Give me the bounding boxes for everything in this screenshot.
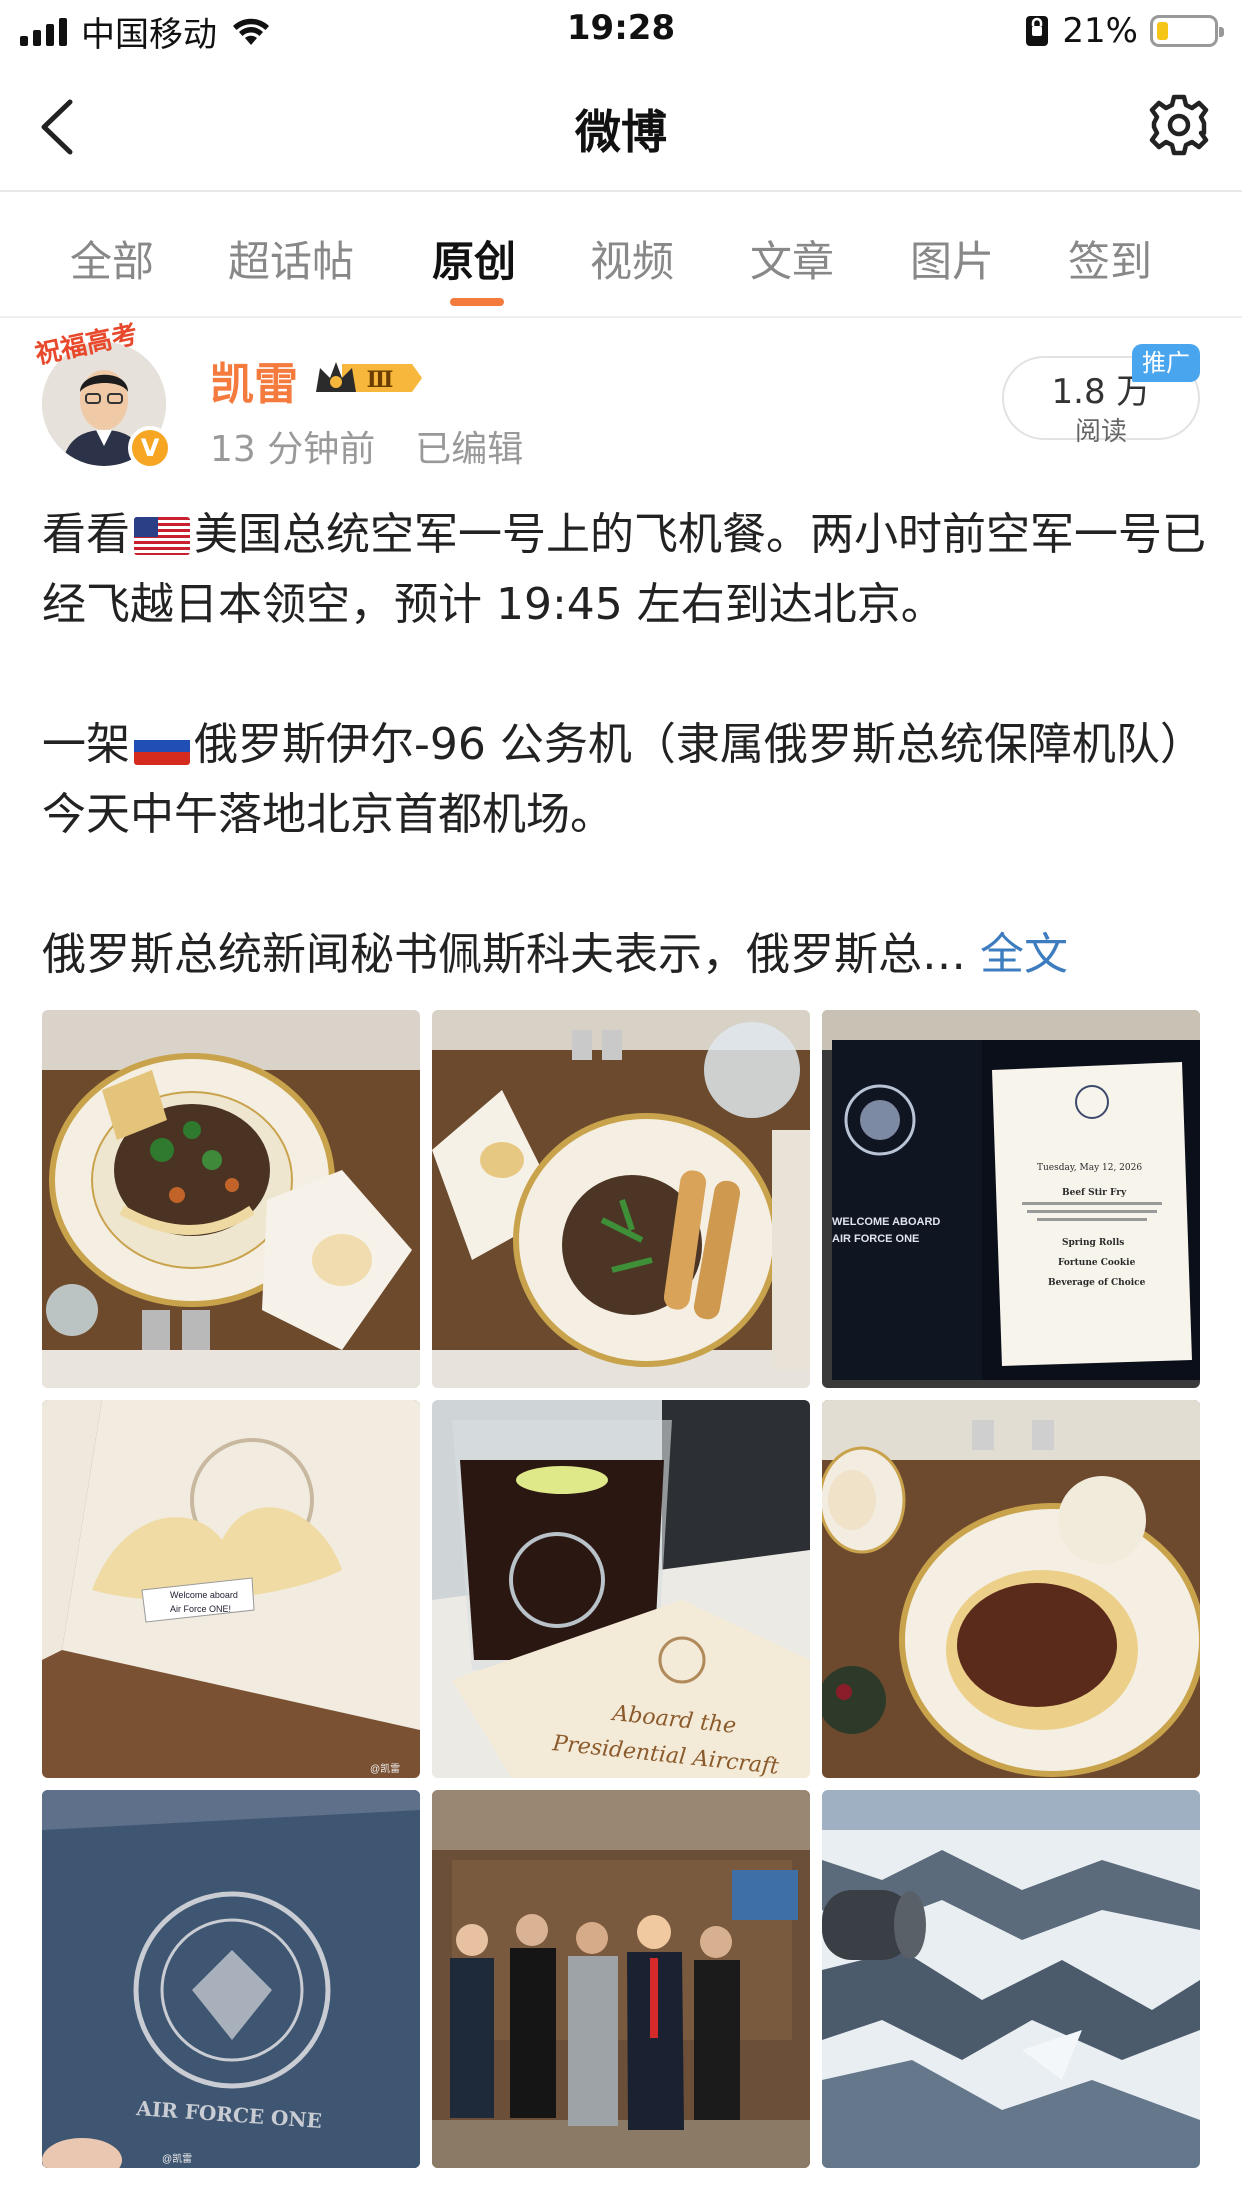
svg-text:Beef Stir Fry: Beef Stir Fry — [1062, 1188, 1127, 1198]
tab-original[interactable]: 原创 — [432, 228, 516, 289]
post-meta: 13 分钟前 已编辑 — [210, 420, 523, 472]
svg-text:Tuesday, May 12, 2026: Tuesday, May 12, 2026 — [1037, 1163, 1142, 1173]
post-paragraph: 俄罗斯总统新闻秘书佩斯科夫表示，俄罗斯总… 全文 — [42, 929, 1068, 980]
vip-crown-icon: Ⅲ — [316, 362, 422, 393]
verified-icon: V — [128, 426, 172, 470]
us-flag-icon — [134, 517, 190, 555]
svg-text:@凯雷: @凯雷 — [370, 1762, 400, 1775]
tab-video[interactable]: 视频 — [590, 228, 674, 289]
photo-aerial-view[interactable] — [822, 1790, 1200, 2168]
tab-super-topic[interactable]: 超话帖 — [228, 228, 354, 289]
tab-checkin[interactable]: 签到 — [1068, 228, 1152, 289]
photo-fortune-cookie[interactable]: Welcome aboard Air Force ONE! @凯雷 — [42, 1400, 420, 1778]
photo-seal-bag[interactable]: AIR FORCE ONE @凯雷 — [42, 1790, 420, 2168]
svg-text:WELCOME ABOARD: WELCOME ABOARD — [832, 1216, 940, 1228]
active-tab-indicator — [450, 298, 504, 306]
photo-meal-spaghetti[interactable] — [822, 1400, 1200, 1778]
read-label: 阅读 — [1074, 417, 1127, 447]
tab-article[interactable]: 文章 — [750, 228, 834, 289]
photo-cola-glass[interactable]: Aboard the Presidential Aircraft — [432, 1400, 810, 1778]
orientation-lock-icon — [1026, 16, 1049, 46]
gear-icon — [1149, 94, 1209, 156]
post-paragraph: 看看 美国总统空军一号上的飞机餐。两小时前空军一号已经飞越日本领空，预计 19:… — [42, 509, 1206, 630]
russia-flag-icon — [134, 727, 190, 765]
username[interactable]: 凯雷 — [210, 348, 298, 412]
battery-icon — [1150, 15, 1224, 47]
status-bar: 中国移动 19:28 21% — [0, 0, 1242, 62]
svg-text:Air Force ONE!: Air Force ONE! — [170, 1604, 231, 1614]
image-grid: WELCOME ABOARD AIR FORCE ONE Tuesday, Ma… — [42, 1010, 1200, 2170]
tab-images[interactable]: 图片 — [910, 228, 994, 289]
battery-percent: 21% — [1062, 11, 1138, 51]
settings-button[interactable] — [1146, 92, 1212, 158]
page-title: 微博 — [575, 105, 667, 159]
filter-tabs: 全部 超话帖 原创 视频 文章 图片 签到 — [0, 194, 1242, 318]
svg-text:@凯雷: @凯雷 — [162, 2152, 192, 2165]
photo-meal-beef[interactable] — [42, 1010, 420, 1388]
photo-group[interactable] — [432, 1790, 810, 2168]
tab-all[interactable]: 全部 — [70, 228, 154, 289]
svg-text:AIR FORCE ONE: AIR FORCE ONE — [832, 1233, 919, 1245]
battery-level — [1157, 22, 1169, 40]
promote-badge[interactable]: 推广 — [1132, 344, 1200, 382]
post-time: 13 分钟前 — [210, 429, 376, 470]
photo-menu-card[interactable]: WELCOME ABOARD AIR FORCE ONE Tuesday, Ma… — [822, 1010, 1200, 1388]
edited-label[interactable]: 已编辑 — [415, 420, 523, 472]
svg-text:Fortune Cookie: Fortune Cookie — [1058, 1258, 1136, 1268]
full-text-link[interactable]: 全文 — [980, 929, 1068, 980]
avatar[interactable]: 祝福高考 V — [33, 319, 176, 470]
navigation-bar: 微博 — [0, 62, 1242, 192]
post-body: 看看 美国总统空军一号上的飞机餐。两小时前空军一号已经飞越日本领空，预计 19:… — [42, 500, 1212, 990]
post-paragraph: 一架 俄罗斯伊尔-96 公务机（隶属俄罗斯总统保障机队）今天中午落地北京首都机场… — [42, 719, 1204, 840]
svg-text:Spring Rolls: Spring Rolls — [1062, 1238, 1124, 1248]
svg-text:Welcome aboard: Welcome aboard — [170, 1590, 238, 1600]
svg-text:Beverage of Choice: Beverage of Choice — [1048, 1278, 1146, 1288]
photo-meal-spring-rolls[interactable] — [432, 1010, 810, 1388]
vip-level: Ⅲ — [367, 367, 394, 393]
